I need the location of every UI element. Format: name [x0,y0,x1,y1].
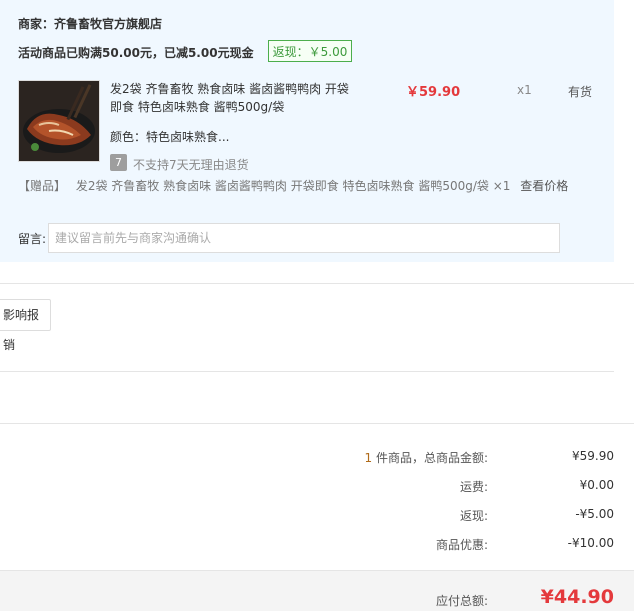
payable-bar: 应付总额: ¥44.90 [0,570,634,611]
message-input[interactable] [48,223,560,253]
divider [0,423,634,424]
rebate-badge: 返现：￥5.00 [268,40,352,62]
product-image[interactable] [18,80,100,162]
report-button[interactable]: 影响报销 [0,299,51,352]
message-label: 留言: [18,232,47,246]
gift-row: 【赠品】 发2袋 齐鲁畜牧 熟食卤味 酱卤酱鸭鸭肉 开袋即食 特色卤味熟食 酱鸭… [18,177,568,194]
divider [0,371,614,372]
goods-total: ¥59.90 [572,449,614,463]
product-quantity: x1 [517,83,532,97]
color-row: 颜色：特色卤味熟食... [110,128,229,145]
divider [0,283,634,284]
rebate-value: -¥5.00 [575,507,614,521]
payable-amount: ¥44.90 [540,586,614,608]
return-policy: 不支持7天无理由退货 [133,158,249,172]
color-label: 颜色： [110,130,147,144]
item-count-suffix: 件商品，总商品金额: [372,451,488,465]
view-price-link[interactable]: 查看价格 [520,179,568,193]
shipping-label: 运费: [459,480,488,494]
gift-text: 发2袋 齐鲁畜牧 熟食卤味 酱卤酱鸭鸭肉 开袋即食 特色卤味熟食 酱鸭500g/… [75,179,511,193]
payable-label: 应付总额: [435,594,488,608]
merchant-name[interactable]: 齐鲁畜牧官方旗舰店 [54,17,162,31]
no-return-icon: 7 [110,154,127,171]
item-count: 1 [364,451,373,465]
product-price: ￥59.90 [406,85,461,100]
order-block: 商家：齐鲁畜牧官方旗舰店 活动商品已购满50.00元，已减5.00元现金 返现：… [0,0,614,262]
rebate-label: 返现: [459,509,488,523]
roast-duck-image [19,81,99,161]
stock-status: 有货 [568,85,593,99]
discount-value: -¥10.00 [567,536,614,550]
merchant-label: 商家： [18,17,55,31]
summary-count-row: 1 件商品，总商品金额: [365,449,489,466]
color-value: 特色卤味熟食... [146,130,230,144]
product-title[interactable]: 发2袋 齐鲁畜牧 熟食卤味 酱卤酱鸭鸭肉 开袋即食 特色卤味熟食 酱鸭500g/… [110,80,360,116]
gift-tag: 【赠品】 [18,179,67,193]
discount-label: 商品优惠: [435,538,488,552]
promotion-text: 活动商品已购满50.00元，已减5.00元现金 [18,46,254,60]
merchant-row: 商家：齐鲁畜牧官方旗舰店 [18,15,162,32]
shipping-value: ¥0.00 [579,478,614,492]
